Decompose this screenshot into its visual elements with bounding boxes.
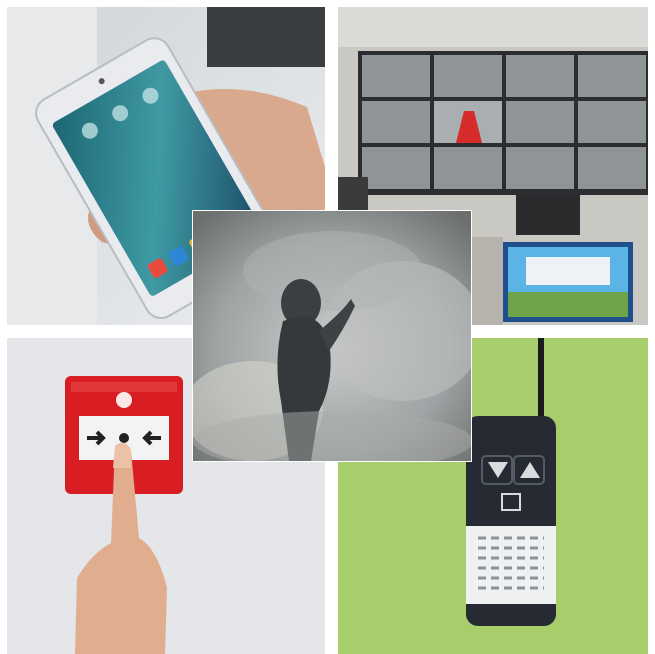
smoke-panel: [192, 210, 472, 462]
desk-monitor: [516, 195, 580, 235]
smoke-photo: [193, 211, 471, 461]
remote-body: [466, 416, 556, 626]
remote-antenna-icon: [538, 338, 544, 428]
video-wall: [358, 51, 648, 195]
